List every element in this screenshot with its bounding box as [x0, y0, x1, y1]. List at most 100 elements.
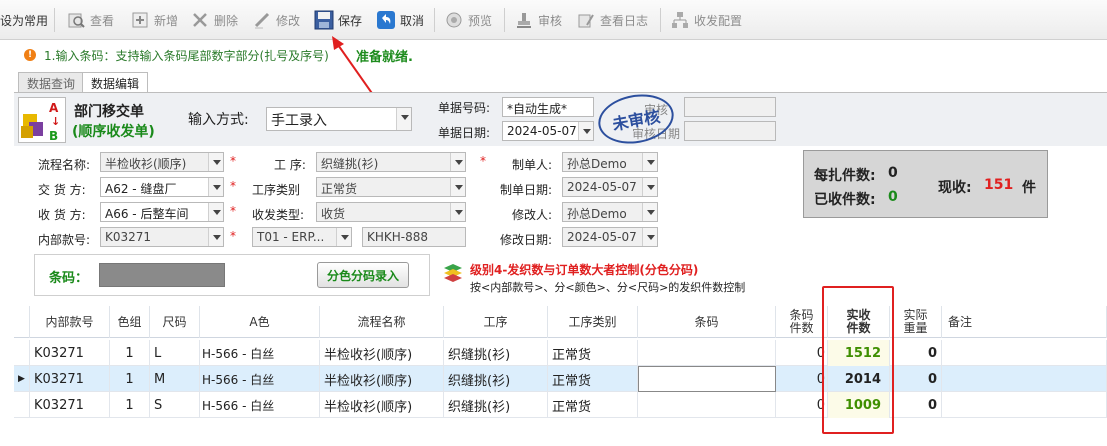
config-button[interactable]: 收发配置 — [670, 8, 742, 32]
tab-data-query[interactable]: 数据查询 — [18, 72, 85, 92]
erp-select[interactable]: T01 - ERP... — [252, 227, 352, 247]
doc-no-field[interactable]: *自动生成* — [502, 97, 594, 117]
chevron-down-icon[interactable] — [208, 203, 223, 221]
cell-size[interactable]: S — [150, 392, 200, 418]
cell-process[interactable]: 半检收衫(顺序) — [320, 366, 444, 392]
color-size-entry-button[interactable]: 分色分码录入 — [317, 262, 409, 288]
cell-code[interactable]: K03271 — [30, 366, 110, 392]
chevron-down-icon[interactable] — [578, 122, 593, 140]
table-row[interactable]: K03271 1 S H-566 - 白丝 半检收衫(顺序) 织缝挑(衫) 正常… — [14, 392, 1107, 418]
cell-process[interactable]: 半检收衫(顺序) — [320, 340, 444, 366]
cell-code[interactable]: K03271 — [30, 392, 110, 418]
cell-note[interactable] — [942, 392, 1107, 418]
chevron-down-icon[interactable] — [450, 203, 465, 221]
cell-code[interactable]: K03271 — [30, 340, 110, 366]
cell-bc-qty[interactable]: 0 — [776, 340, 828, 366]
khkh-field[interactable]: KHKH-888 — [362, 227, 466, 247]
cell-op[interactable]: 织缝挑(衫) — [444, 340, 548, 366]
col-header-op[interactable]: 工序 — [444, 306, 548, 338]
cancel-button[interactable]: 取消 — [376, 8, 424, 32]
barcode-panel: 条码： 分色分码录入 — [34, 254, 430, 296]
cell-size[interactable]: M — [150, 366, 200, 392]
table-row[interactable]: ▶ K03271 1 M H-566 - 白丝 半检收衫(顺序) 织缝挑(衫) … — [14, 366, 1107, 392]
cell-op[interactable]: 织缝挑(衫) — [444, 366, 548, 392]
cell-group[interactable]: 1 — [110, 392, 150, 418]
cell-optype[interactable]: 正常货 — [548, 340, 638, 366]
cell-barcode[interactable] — [638, 392, 776, 418]
col-header-note[interactable]: 备注 — [942, 306, 1107, 338]
maker-select[interactable]: 孙总Demo — [562, 152, 658, 172]
add-button[interactable]: 新增 — [130, 8, 178, 32]
chevron-down-icon[interactable] — [396, 108, 411, 130]
cell-op[interactable]: 织缝挑(衫) — [444, 392, 548, 418]
cell-bc-qty[interactable]: 0 — [776, 366, 828, 392]
set-common-button[interactable]: 设为常用 — [0, 8, 48, 32]
deliver-select[interactable]: A62 - 缝盘厂 — [100, 177, 224, 197]
cell-color[interactable]: H-566 - 白丝 — [200, 392, 320, 418]
chevron-down-icon[interactable] — [642, 228, 657, 246]
input-mode-select[interactable]: 手工录入 — [266, 107, 412, 131]
col-header-color[interactable]: A色 — [200, 306, 320, 338]
operation-select[interactable]: 织缝挑(衫) — [316, 152, 466, 172]
cell-bc-qty[interactable]: 0 — [776, 392, 828, 418]
chevron-down-icon[interactable] — [208, 153, 223, 171]
stamp-icon — [514, 10, 534, 30]
cell-process[interactable]: 半检收衫(顺序) — [320, 392, 444, 418]
cell-barcode[interactable] — [638, 340, 776, 366]
internal-no-select[interactable]: K03271 — [100, 227, 224, 247]
cell-note[interactable] — [942, 340, 1107, 366]
col-header-process[interactable]: 流程名称 — [320, 306, 444, 338]
doc-no-label: 单据号码: — [438, 101, 491, 115]
view-button[interactable]: 查看 — [66, 8, 114, 32]
chevron-down-icon[interactable] — [642, 203, 657, 221]
grid-header: 内部款号 色组 尺码 A色 流程名称 工序 工序类别 条码 条码件数 实收件数 … — [14, 306, 1107, 338]
delete-button[interactable]: 删除 — [190, 8, 238, 32]
tab-data-edit[interactable]: 数据编辑 — [82, 72, 149, 93]
chevron-down-icon[interactable] — [642, 178, 657, 196]
modifier-select[interactable]: 孙总Demo — [562, 202, 658, 222]
svg-text:A: A — [49, 101, 59, 115]
receive-select[interactable]: A66 - 后整车间 — [100, 202, 224, 222]
chevron-down-icon[interactable] — [450, 153, 465, 171]
chevron-down-icon[interactable] — [336, 228, 351, 246]
review-log-button[interactable]: 查看日志 — [576, 8, 648, 32]
cell-group[interactable]: 1 — [110, 340, 150, 366]
chevron-down-icon[interactable] — [642, 153, 657, 171]
edit-button[interactable]: 修改 — [252, 8, 300, 32]
col-header-barcode[interactable]: 条码 — [638, 306, 776, 338]
cell-color[interactable]: H-566 - 白丝 — [200, 366, 320, 392]
op-type-select[interactable]: 正常货 — [316, 177, 466, 197]
cell-weight[interactable]: 0 — [890, 340, 942, 366]
chevron-down-icon[interactable] — [450, 178, 465, 196]
cubes-icon: A ↓ B — [21, 101, 60, 143]
cell-color[interactable]: H-566 - 白丝 — [200, 340, 320, 366]
make-date-value: 2024-05-07 — [567, 180, 637, 194]
col-header-optype[interactable]: 工序类别 — [548, 306, 638, 338]
cell-optype[interactable]: 正常货 — [548, 392, 638, 418]
col-header-code[interactable]: 内部款号 — [30, 306, 110, 338]
cell-weight[interactable]: 0 — [890, 366, 942, 392]
rs-type-select[interactable]: 收货 — [316, 202, 466, 222]
chevron-down-icon[interactable] — [208, 228, 223, 246]
modify-date-field[interactable]: 2024-05-07 — [562, 227, 658, 247]
make-date-field[interactable]: 2024-05-07 — [562, 177, 658, 197]
cell-size[interactable]: L — [150, 340, 200, 366]
doc-date-field[interactable]: 2024-05-07 — [502, 121, 594, 141]
cell-note[interactable] — [942, 366, 1107, 392]
process-name-select[interactable]: 半检收衫(顺序) — [100, 152, 224, 172]
internal-no-label: 内部款号: — [38, 233, 91, 247]
table-row[interactable]: K03271 1 L H-566 - 白丝 半检收衫(顺序) 织缝挑(衫) 正常… — [14, 340, 1107, 366]
preview-button[interactable]: 预览 — [444, 8, 492, 32]
cell-optype[interactable]: 正常货 — [548, 366, 638, 392]
save-button[interactable]: 保存 — [314, 8, 362, 32]
barcode-input[interactable] — [99, 263, 225, 287]
col-header-group[interactable]: 色组 — [110, 306, 150, 338]
cell-group[interactable]: 1 — [110, 366, 150, 392]
col-header-size[interactable]: 尺码 — [150, 306, 200, 338]
col-header-weight[interactable]: 实际重量 — [890, 306, 942, 338]
chevron-down-icon[interactable] — [208, 178, 223, 196]
col-header-bc-qty[interactable]: 条码件数 — [776, 306, 828, 338]
review-button[interactable]: 审核 — [514, 8, 562, 32]
cell-barcode-editor[interactable] — [638, 366, 776, 392]
cell-weight[interactable]: 0 — [890, 392, 942, 418]
